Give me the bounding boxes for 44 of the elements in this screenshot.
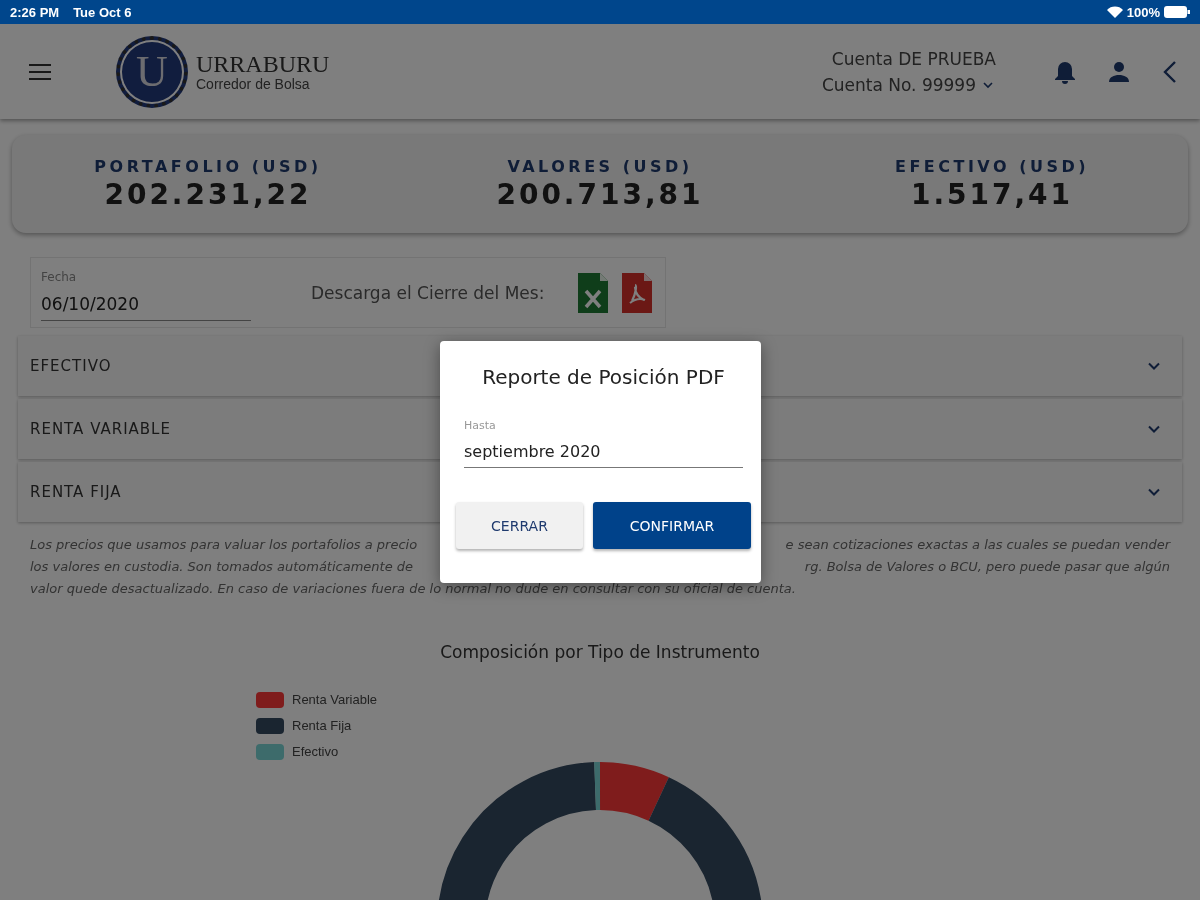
bell-icon[interactable]: [1054, 59, 1076, 84]
field-label: Hasta: [464, 419, 497, 432]
legend-label: Renta Fija: [292, 718, 352, 734]
disclaimer-text: valor quede desactualizado. En caso de variaciones fuera de lo normal no dude en consultar con su oficial de cuenta.: [30, 580, 796, 598]
download-label: Descarga el Cierre del Mes:: [311, 282, 545, 303]
section-title: RENTA VARIABLE: [30, 420, 171, 438]
summary-value: 200.713,81: [496, 178, 704, 212]
summary-label: VALORES (USD): [507, 157, 693, 177]
summary-value: 202.231,22: [104, 178, 312, 212]
brand-name: URRABURU: [196, 51, 330, 76]
summary-label: EFECTIVO (USD): [894, 157, 1090, 177]
legend-label: Efectivo: [292, 744, 339, 760]
back-icon[interactable]: [1162, 59, 1178, 84]
month-field[interactable]: Hasta septiembre 2020: [464, 419, 743, 468]
pdf-file-icon[interactable]: [622, 272, 653, 313]
status-date: Tue Oct 6: [73, 4, 132, 20]
dialog-title: Reporte de Posición PDF: [481, 365, 726, 389]
battery-level: 100%: [1126, 4, 1160, 20]
logo-emblem: U: [116, 35, 188, 108]
excel-file-icon[interactable]: [578, 272, 609, 313]
field-value: 06/10/2020: [41, 294, 140, 315]
wifi-icon: [1106, 6, 1123, 18]
section-title: RENTA FIJA: [30, 483, 122, 501]
section-title: EFECTIVO: [30, 357, 112, 375]
field-label: Fecha: [41, 270, 78, 285]
account-name: Cuenta DE PRUEBA: [831, 48, 996, 69]
status-time: 2:26 PM: [10, 4, 60, 20]
menu-icon[interactable]: [28, 62, 52, 81]
disclaimer-text: e sean cotizaciones exactas a las cuales se puedan vender: [785, 536, 1170, 554]
disclaimer-text: Los precios que usamos para valuar los portafolios a precio: [30, 536, 418, 554]
confirm-button[interactable]: CONFIRMAR: [593, 502, 751, 549]
field-value: septiembre 2020: [464, 442, 602, 461]
close-button[interactable]: CERRAR: [456, 502, 583, 549]
summary-value: 1.517,41: [910, 178, 1074, 212]
legend-label: Renta Variable: [292, 692, 378, 708]
brand-tagline: Corredor de Bolsa: [196, 75, 311, 92]
summary-label: PORTAFOLIO (USD): [94, 157, 322, 177]
disclaimer-text: rg. Bolsa de Valores o BCU, pero puede pasar que algún: [804, 558, 1170, 576]
account-number[interactable]: Cuenta No. 99999: [821, 74, 976, 95]
date-field[interactable]: Fecha 06/10/2020: [41, 270, 251, 322]
battery-icon: [1164, 6, 1190, 18]
person-icon[interactable]: [1108, 60, 1130, 83]
chart-title: Composición por Tipo de Instrumento: [440, 642, 760, 662]
disclaimer-text: los valores en custodia. Son tomados automáticamente de: [30, 558, 414, 576]
